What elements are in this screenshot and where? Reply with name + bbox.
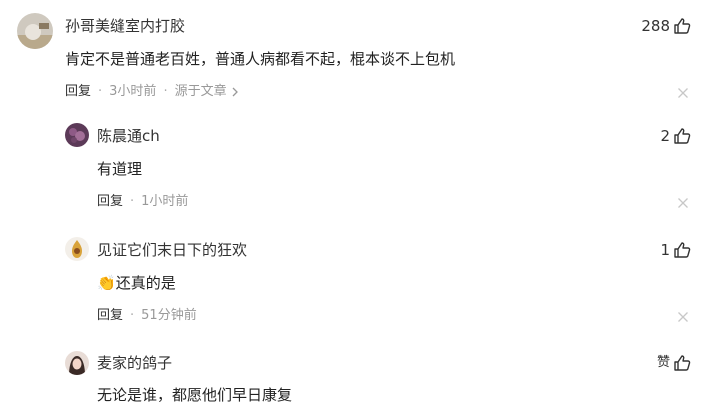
commenter-name[interactable]: 见证它们末日下的狂欢 bbox=[97, 240, 247, 260]
comment-text: 👏还真的是 bbox=[97, 273, 176, 293]
comment-meta: 回复 · 51分钟前 bbox=[97, 307, 197, 325]
source-label: 源于文章 bbox=[174, 84, 227, 99]
reply-item: 麦家的鸽子 赞 无论是谁，都愿他们早日康复 bbox=[0, 345, 707, 415]
comment-text: 肯定不是普通老百姓，普通人病都看不起，棍本谈不上包机 bbox=[65, 50, 456, 68]
thumbs-up-icon bbox=[674, 128, 691, 144]
avatar[interactable] bbox=[65, 351, 89, 375]
avatar[interactable] bbox=[65, 237, 89, 261]
like-count: 288 bbox=[641, 17, 670, 35]
comment-meta: 回复 · 3小时前 · 源于文章 bbox=[65, 83, 238, 101]
avatar-image bbox=[65, 237, 89, 261]
reply-button[interactable]: 回复 bbox=[97, 307, 123, 325]
like-button[interactable]: 1 bbox=[660, 240, 691, 260]
commenter-name[interactable]: 陈晨通ch bbox=[97, 126, 160, 146]
avatar-image bbox=[65, 351, 89, 375]
reply-button[interactable]: 回复 bbox=[97, 193, 123, 211]
comment-meta: 回复 · 1小时前 bbox=[97, 193, 188, 211]
thumbs-up-icon bbox=[674, 242, 691, 258]
avatar-image bbox=[17, 13, 53, 49]
commenter-name[interactable]: 麦家的鸽子 bbox=[97, 353, 172, 373]
like-count: 2 bbox=[660, 127, 670, 145]
thumbs-up-icon bbox=[674, 355, 691, 371]
close-icon[interactable] bbox=[677, 311, 689, 323]
timestamp: 1小时前 bbox=[141, 194, 189, 209]
clap-emoji: 👏 bbox=[97, 274, 116, 292]
reply-button[interactable]: 回复 bbox=[65, 83, 91, 101]
comment-text-body: 还真的是 bbox=[115, 274, 176, 292]
like-count: 1 bbox=[660, 241, 670, 259]
comment-text: 有道理 bbox=[97, 160, 143, 178]
close-icon[interactable] bbox=[677, 197, 689, 209]
like-label: 赞 bbox=[656, 355, 670, 370]
like-button[interactable]: 2 bbox=[660, 126, 691, 146]
like-button[interactable]: 赞 bbox=[657, 353, 691, 373]
meta-separator: · bbox=[130, 194, 135, 209]
source-link[interactable]: 源于文章 bbox=[175, 83, 238, 101]
chevron-right-icon bbox=[232, 87, 238, 97]
reply-item: 见证它们末日下的狂欢 1 👏还真的是 回复 · 51分钟前 bbox=[0, 230, 707, 345]
avatar[interactable] bbox=[17, 13, 53, 49]
comment-text: 无论是谁，都愿他们早日康复 bbox=[97, 386, 293, 404]
meta-separator: · bbox=[98, 84, 103, 99]
timestamp: 51分钟前 bbox=[141, 308, 197, 323]
meta-separator: · bbox=[163, 84, 168, 99]
avatar-image bbox=[65, 123, 89, 147]
close-icon[interactable] bbox=[677, 87, 689, 99]
reply-item: 陈晨通ch 2 有道理 回复 · 1小时前 bbox=[0, 115, 707, 230]
like-button[interactable]: 288 bbox=[641, 16, 691, 36]
commenter-name[interactable]: 孙哥美缝室内打胶 bbox=[65, 16, 185, 36]
thumbs-up-icon bbox=[674, 18, 691, 34]
avatar[interactable] bbox=[65, 123, 89, 147]
comment-item: 孙哥美缝室内打胶 288 肯定不是普通老百姓，普通人病都看不起，棍本谈不上包机 … bbox=[0, 0, 707, 115]
timestamp: 3小时前 bbox=[109, 84, 157, 99]
meta-separator: · bbox=[130, 308, 135, 323]
